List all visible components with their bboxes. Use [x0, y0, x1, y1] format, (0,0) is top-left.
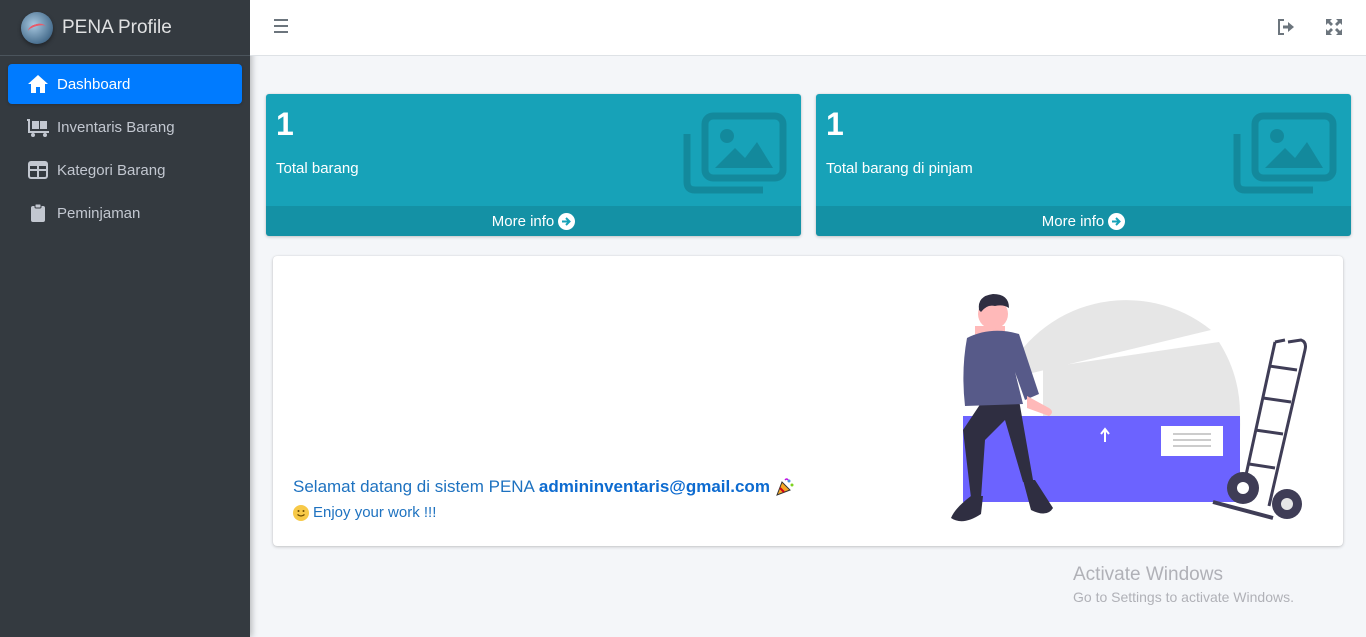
- welcome-message: Selamat datang di sistem PENA admininven…: [293, 477, 795, 497]
- sidebar-item-label: Dashboard: [57, 75, 131, 93]
- stat-value: 1: [826, 106, 844, 142]
- sidebar-item-label: Peminjaman: [57, 204, 141, 222]
- more-info-label: More info: [491, 212, 555, 230]
- enjoy-text: Enjoy your work !!!: [313, 504, 437, 521]
- delivery-illustration: [923, 270, 1333, 538]
- windows-activation-title: Activate Windows: [1073, 564, 1223, 585]
- clipboard-icon: [26, 202, 50, 224]
- sidebar-item-label: Kategori Barang: [57, 161, 166, 179]
- sidebar-item-kategori-barang[interactable]: Kategori Barang: [8, 150, 242, 190]
- brand-name: PENA Profile: [62, 16, 172, 38]
- stat-box-total-barang: 1 Total barang More info: [266, 94, 801, 236]
- welcome-text: Selamat datang di sistem PENA: [293, 477, 535, 496]
- smile-icon: [293, 504, 309, 521]
- image-icon: [683, 112, 787, 194]
- more-info-link[interactable]: More info: [816, 206, 1351, 236]
- stat-value: 1: [276, 106, 294, 142]
- stat-label: Total barang: [276, 160, 359, 177]
- brand-logo: [21, 11, 53, 44]
- windows-activation-subtitle: Go to Settings to activate Windows.: [1073, 589, 1294, 605]
- party-popper-icon: [775, 477, 795, 497]
- top-navbar: [250, 0, 1366, 56]
- enjoy-message: Enjoy your work !!!: [293, 504, 436, 521]
- main-sidebar: PENA Profile Dashboard Inventaris Barang…: [0, 0, 250, 637]
- table-grid-icon: [26, 159, 50, 181]
- arrow-circle-right-icon: [1108, 212, 1126, 230]
- sidebar-item-label: Inventaris Barang: [57, 118, 175, 136]
- sidebar-item-peminjaman[interactable]: Peminjaman: [8, 193, 242, 233]
- image-icon: [1233, 112, 1337, 194]
- sidebar-item-dashboard[interactable]: Dashboard: [8, 64, 242, 104]
- brand-link[interactable]: PENA Profile: [0, 0, 250, 56]
- stat-box-total-barang-dipinjam: 1 Total barang di pinjam More info: [816, 94, 1351, 236]
- fullscreen-icon[interactable]: [1325, 18, 1343, 36]
- more-info-label: More info: [1041, 212, 1105, 230]
- more-info-link[interactable]: More info: [266, 206, 801, 236]
- dolly-flatbed-icon: [26, 116, 50, 138]
- sidebar-nav: Dashboard Inventaris Barang Kategori Bar…: [0, 56, 250, 233]
- sidebar-item-inventaris-barang[interactable]: Inventaris Barang: [8, 107, 242, 147]
- user-email: admininventaris@gmail.com: [538, 477, 770, 496]
- arrow-circle-right-icon: [558, 212, 576, 230]
- logout-icon[interactable]: [1277, 18, 1295, 36]
- stat-label: Total barang di pinjam: [826, 160, 973, 177]
- hamburger-icon[interactable]: [274, 19, 288, 37]
- welcome-card: Selamat datang di sistem PENA admininven…: [273, 256, 1343, 546]
- home-icon: [26, 73, 50, 95]
